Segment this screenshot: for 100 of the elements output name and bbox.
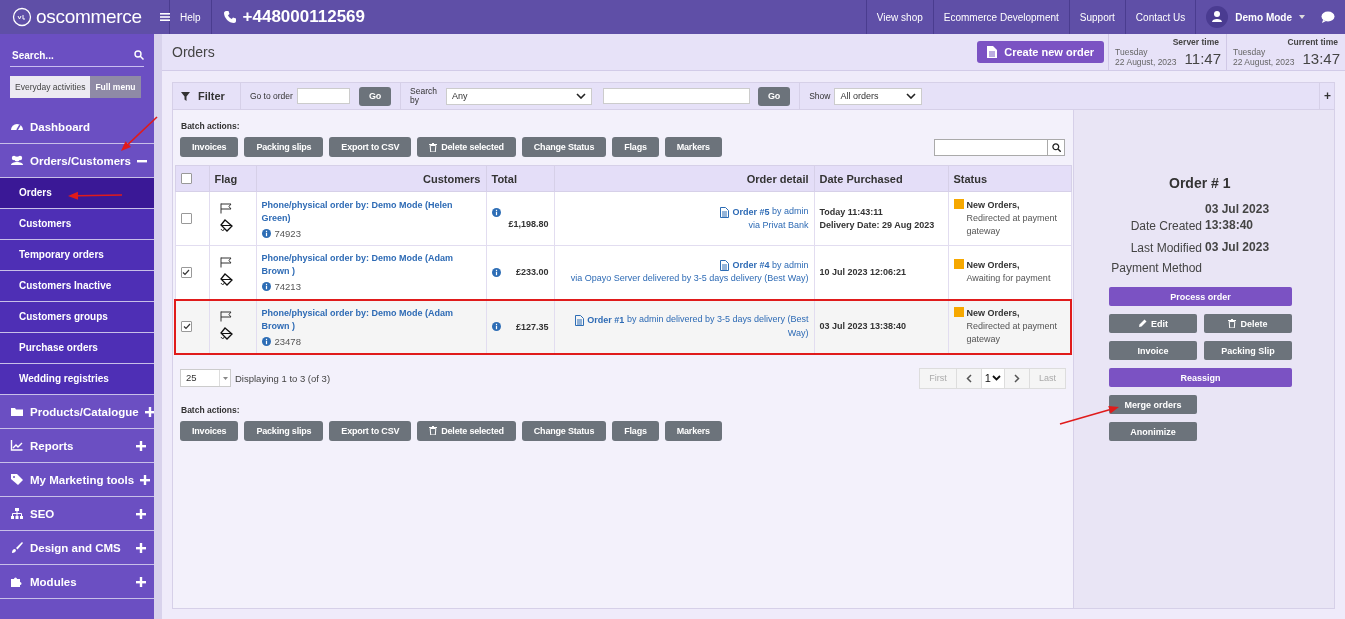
chevron-down-icon xyxy=(906,93,917,99)
customer-link[interactable]: Phone/physical order by: Demo Mode (Adam Brown ) xyxy=(261,252,481,279)
batch-action-button[interactable]: Export to CSV xyxy=(329,420,412,441)
marker-icon[interactable] xyxy=(219,219,233,232)
action-button[interactable]: Anonimize xyxy=(1109,422,1197,441)
flag-icon[interactable] xyxy=(219,256,232,268)
marker-icon[interactable] xyxy=(219,272,233,286)
trash-icon xyxy=(1228,319,1237,328)
info-icon xyxy=(491,267,501,277)
customer-link[interactable]: Phone/physical order by: Demo Mode (Helen Green) xyxy=(261,198,481,225)
action-button[interactable]: Delete xyxy=(1204,314,1292,333)
batch-action-button[interactable]: Flags xyxy=(612,137,659,157)
sidebar-subitem[interactable]: Orders xyxy=(0,178,154,209)
filter-title: Filter xyxy=(198,90,225,102)
field-label: Search by xyxy=(410,87,438,105)
flag-icon[interactable] xyxy=(219,203,232,214)
sidebar-subitem[interactable]: Wedding registries xyxy=(0,364,154,395)
go-button[interactable]: Go xyxy=(758,86,791,106)
mode-tab[interactable]: Full menu xyxy=(90,76,141,98)
sidebar-item[interactable]: Reports xyxy=(0,429,154,463)
create-order-button[interactable]: Create new order xyxy=(977,41,1105,63)
sidebar-item[interactable]: SEO xyxy=(0,497,154,531)
expand-button[interactable]: + xyxy=(1319,83,1334,109)
batch-action-button[interactable]: Invoices xyxy=(180,420,239,441)
search-field[interactable]: Search... xyxy=(10,45,134,65)
document-icon xyxy=(720,260,730,272)
batch-action-button[interactable]: Markers xyxy=(664,137,722,157)
sidebar-item[interactable]: Design and CMS xyxy=(0,531,154,565)
status-note: Redirected at payment gateway xyxy=(966,212,1059,238)
clock-date: 22 August, 2023 xyxy=(1115,57,1177,67)
payment-note: via Privat Bank xyxy=(747,218,809,232)
field-label: Last Modified xyxy=(1129,241,1202,255)
tag-icon xyxy=(10,473,24,486)
sidebar-subitem[interactable]: Customers groups xyxy=(0,302,154,333)
sidebar-subitem[interactable]: Customers Inactive xyxy=(0,271,154,302)
sidebar-item[interactable]: Products/Catalogue xyxy=(0,395,154,429)
page-select[interactable]: 1 xyxy=(981,368,1005,388)
pencil-icon xyxy=(1138,319,1147,328)
sidebar-subitem[interactable]: Customers xyxy=(0,209,154,240)
batch-action-button[interactable]: Change Status xyxy=(521,420,607,441)
table-search-field[interactable] xyxy=(934,138,1048,156)
purchase-date: 03 Jul 2023 13:38:40 xyxy=(819,320,908,333)
column-header[interactable]: Flag xyxy=(209,165,256,192)
sidebar-subitem[interactable]: Temporary orders xyxy=(0,240,154,271)
info-icon xyxy=(261,228,271,238)
checkbox[interactable] xyxy=(180,213,192,224)
batch-action-button[interactable]: Change Status xyxy=(521,137,607,157)
order-link[interactable]: Order #4 xyxy=(720,259,770,273)
chevron-down-icon xyxy=(992,375,1001,381)
order-link[interactable]: Order #1 xyxy=(575,313,625,327)
flag-icon[interactable] xyxy=(219,311,232,322)
order-link[interactable]: Order #5 xyxy=(720,205,770,219)
batch-action-button[interactable]: Packing slips xyxy=(244,420,324,441)
column-header[interactable]: Order detail xyxy=(554,165,814,192)
batch-action-button[interactable]: Markers xyxy=(664,420,722,441)
phone-icon xyxy=(222,10,237,24)
chevron-down-icon xyxy=(576,93,586,99)
batch-action-button[interactable]: Invoices xyxy=(180,137,239,157)
batch-actions-label: Batch actions: xyxy=(180,120,241,133)
sidebar-item[interactable]: Dashboard xyxy=(0,110,154,144)
order-note: by admin xyxy=(771,260,809,271)
status-note: Awaiting for payment xyxy=(966,272,1051,286)
action-button[interactable]: Merge orders xyxy=(1109,395,1197,414)
mode-tab[interactable]: Everyday activities xyxy=(10,76,91,98)
marker-icon[interactable] xyxy=(219,327,233,340)
sidebar-item[interactable]: Modules xyxy=(0,565,154,599)
customer-link[interactable]: Phone/physical order by: Demo Mode (Adam Brown ) xyxy=(261,306,481,333)
batch-action-button[interactable]: Delete selected xyxy=(417,137,516,157)
order-number-field[interactable] xyxy=(296,88,350,104)
field-value: 03 Jul 2023 xyxy=(1205,239,1271,255)
checkbox[interactable] xyxy=(180,173,192,184)
purchase-date: Delivery Date: 29 Aug 2023 xyxy=(819,218,936,232)
users-icon xyxy=(10,154,24,167)
logo-icon xyxy=(12,7,32,27)
column-header[interactable]: Date Purchased xyxy=(814,165,948,192)
search-by-select[interactable]: Any xyxy=(446,87,592,105)
per-page-select[interactable]: 25 xyxy=(180,369,231,387)
batch-action-button[interactable]: Packing slips xyxy=(244,137,324,157)
action-button[interactable]: Process order xyxy=(1109,287,1292,306)
batch-action-button[interactable]: Delete selected xyxy=(417,420,516,441)
column-header[interactable]: Status xyxy=(948,165,1071,192)
checkbox[interactable] xyxy=(181,321,192,332)
search-field[interactable] xyxy=(603,88,750,104)
show-select[interactable]: All orders xyxy=(834,87,923,105)
go-button[interactable]: Go xyxy=(358,86,391,106)
action-button[interactable]: Edit xyxy=(1109,314,1197,333)
sidebar-subitem[interactable]: Purchase orders xyxy=(0,333,154,364)
batch-action-button[interactable]: Export to CSV xyxy=(329,137,412,157)
order-total: £233.00 xyxy=(515,267,549,278)
column-header[interactable]: Customers xyxy=(256,165,486,192)
action-button[interactable]: Invoice xyxy=(1109,341,1197,360)
checkbox[interactable] xyxy=(180,266,192,278)
results-summary: Displaying 1 to 3 (of 3) xyxy=(235,372,331,384)
action-button[interactable]: Reassign xyxy=(1109,368,1292,387)
column-header[interactable]: Total xyxy=(486,165,554,192)
batch-action-button[interactable]: Flags xyxy=(612,420,659,441)
payment-note: via Opayo Server delivered by 3-5 days delivery (Best Way) xyxy=(569,272,809,286)
action-button[interactable]: Packing Slip xyxy=(1204,341,1292,360)
sidebar-item[interactable]: My Marketing tools xyxy=(0,463,154,497)
search-button[interactable] xyxy=(1048,138,1065,156)
